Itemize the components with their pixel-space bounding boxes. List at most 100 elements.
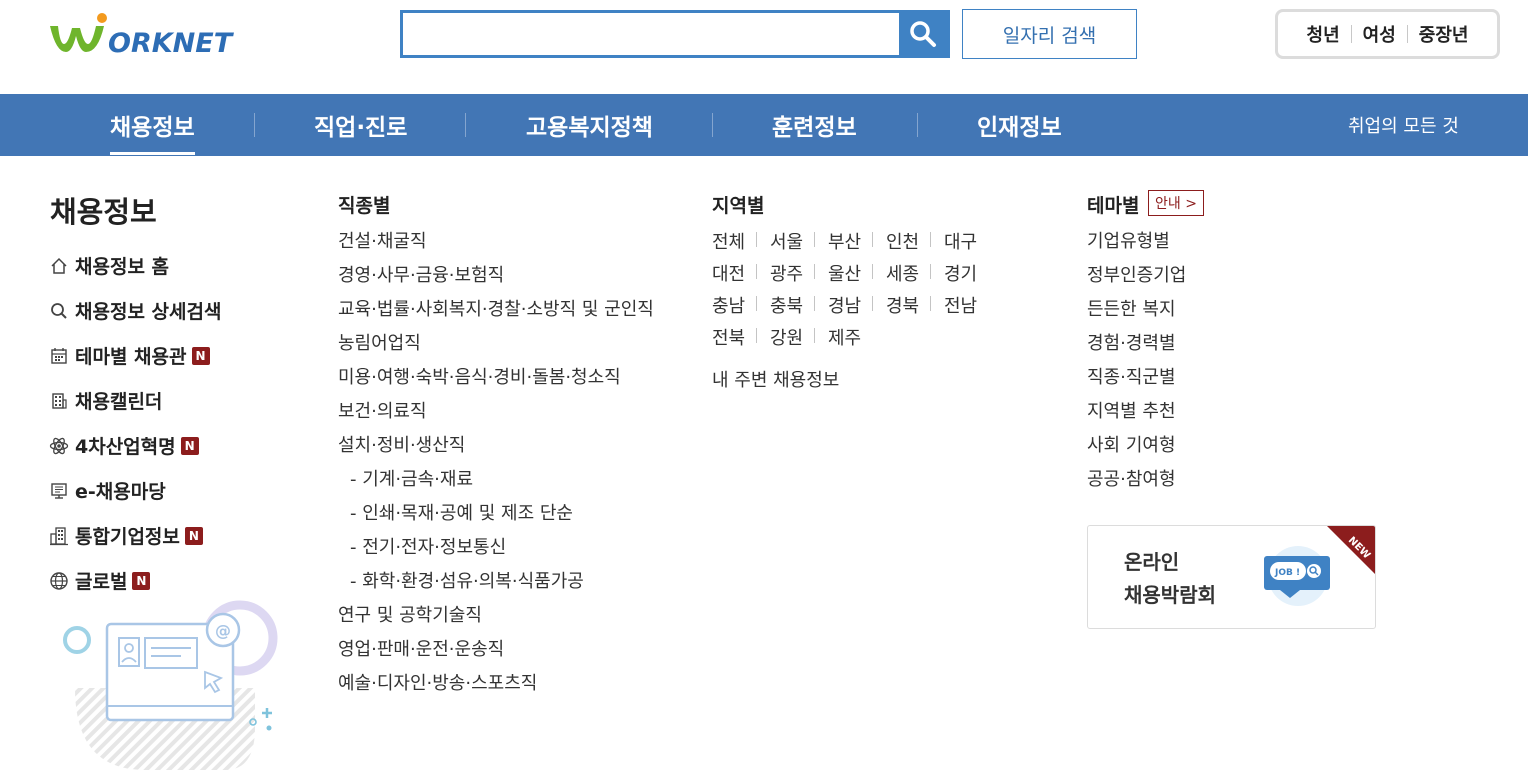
audience-menu: 청년 여성 중장년 xyxy=(1275,9,1500,59)
theme-guide-button[interactable]: 안내 > xyxy=(1148,190,1204,216)
job-type-item[interactable]: 영업·판매·운전·운송직 xyxy=(338,631,654,665)
building-icon xyxy=(48,390,70,412)
job-type-item[interactable]: 설치·정비·생산직 xyxy=(338,427,654,461)
computer-illustration: @ xyxy=(55,598,295,770)
search-icon xyxy=(910,21,936,47)
banner-text: 온라인 채용박람회 xyxy=(1124,546,1216,612)
region-grid: 전체 서울 부산 인천 대구 대전 광주 울산 세종 경기 충남 충북 경남 경… xyxy=(712,225,1002,353)
themes-list: 기업유형별 정부인증기업 든든한 복지 경험·경력별 직종·직군별 지역별 추천… xyxy=(1087,223,1186,495)
region-link[interactable]: 대전 xyxy=(712,260,770,286)
region-row: 대전 광주 울산 세종 경기 xyxy=(712,257,1002,289)
region-link[interactable]: 충남 xyxy=(712,292,770,318)
region-row: 전체 서울 부산 인천 대구 xyxy=(712,225,1002,257)
sidebar-item-calendar[interactable]: 채용캘린더 xyxy=(48,378,221,423)
sidebar-item-company-info[interactable]: 통합기업정보 N xyxy=(48,513,221,558)
monitor-icon xyxy=(48,480,70,502)
sidebar-item-detail-search[interactable]: 채용정보 상세검색 xyxy=(48,288,221,333)
computer-illustration-graphic: @ xyxy=(63,600,278,770)
region-link[interactable]: 경남 xyxy=(828,292,886,318)
nav-divider xyxy=(712,113,713,137)
theme-item[interactable]: 든든한 복지 xyxy=(1087,291,1186,325)
search-input[interactable] xyxy=(403,13,901,55)
atom-icon xyxy=(48,435,70,457)
nav-item-talent[interactable]: 인재정보 xyxy=(977,94,1062,156)
job-type-item[interactable]: 교육·법률·사회복지·경찰·소방직 및 군인직 xyxy=(338,291,654,325)
theme-item[interactable]: 경험·경력별 xyxy=(1087,325,1186,359)
region-link[interactable]: 세종 xyxy=(886,260,944,286)
search-icon xyxy=(48,300,70,322)
search-box xyxy=(400,10,950,58)
nav-item-welfare-policy[interactable]: 고용복지정책 xyxy=(526,94,653,156)
job-type-item[interactable]: 농림어업직 xyxy=(338,325,654,359)
search-button[interactable] xyxy=(899,13,947,55)
job-type-item[interactable]: 연구 및 공학기술직 xyxy=(338,597,654,631)
main-nav: 채용정보 직업·진로 고용복지정책 훈련정보 인재정보 취업의 모든 것 xyxy=(0,94,1528,156)
sidebar-item-global[interactable]: 글로벌 N xyxy=(48,558,221,603)
new-badge: N xyxy=(180,436,199,455)
audience-middle-aged[interactable]: 중장년 xyxy=(1408,21,1480,47)
region-link[interactable]: 울산 xyxy=(828,260,886,286)
sidebar-item-industry-4[interactable]: 4차산업혁명 N xyxy=(48,423,221,468)
nav-divider xyxy=(465,113,466,137)
job-type-subitem[interactable]: - 인쇄·목재·공예 및 제조 단순 xyxy=(338,495,654,529)
job-type-item[interactable]: 미용·여행·숙박·음식·경비·돌봄·청소직 xyxy=(338,359,654,393)
region-link[interactable]: 대구 xyxy=(944,228,1002,254)
region-link[interactable]: 강원 xyxy=(770,324,828,350)
sidebar-item-label: 채용정보 상세검색 xyxy=(75,301,222,323)
new-badge: N xyxy=(191,346,210,365)
logo-text: ORKNET xyxy=(108,28,235,58)
theme-item[interactable]: 공공·참여형 xyxy=(1087,461,1186,495)
banner-line-1: 온라인 xyxy=(1124,550,1180,574)
region-link[interactable]: 인천 xyxy=(886,228,944,254)
region-link[interactable]: 전북 xyxy=(712,324,770,350)
job-types-title: 직종별 xyxy=(338,195,391,217)
job-type-item[interactable]: 보건·의료직 xyxy=(338,393,654,427)
region-link[interactable]: 광주 xyxy=(770,260,828,286)
worknet-logo[interactable]: ORKNET xyxy=(48,12,244,59)
region-link[interactable]: 충북 xyxy=(770,292,828,318)
region-link[interactable]: 전남 xyxy=(944,292,1002,318)
online-job-fair-banner[interactable]: 온라인 채용박람회 JOB ! NEW xyxy=(1087,525,1376,629)
nav-divider xyxy=(917,113,918,137)
nav-all-menu[interactable]: 취업의 모든 것 xyxy=(1348,94,1459,156)
sidebar-item-home[interactable]: 채용정보 홈 xyxy=(48,243,221,288)
svg-text:@: @ xyxy=(215,621,231,640)
page: ORKNET 일자리 검색 청년 여성 중장년 채용정보 직업·진로 고용복지정… xyxy=(0,0,1528,770)
theme-item[interactable]: 정부인증기업 xyxy=(1087,257,1186,291)
sidebar-item-label: 통합기업정보 xyxy=(75,526,180,548)
sidebar-item-e-hiring[interactable]: e-채용마당 xyxy=(48,468,221,513)
job-search-button[interactable]: 일자리 검색 xyxy=(962,9,1137,59)
audience-women[interactable]: 여성 xyxy=(1352,21,1407,47)
theme-item[interactable]: 직종·직군별 xyxy=(1087,359,1186,393)
job-type-item[interactable]: 건설·채굴직 xyxy=(338,223,654,257)
region-row: 충남 충북 경남 경북 전남 xyxy=(712,289,1002,321)
audience-youth[interactable]: 청년 xyxy=(1296,21,1351,47)
nav-item-career[interactable]: 직업·진로 xyxy=(314,94,407,156)
region-link[interactable]: 서울 xyxy=(770,228,828,254)
region-link[interactable]: 경기 xyxy=(944,260,1002,286)
nav-item-training[interactable]: 훈련정보 xyxy=(772,94,857,156)
home-icon xyxy=(48,255,70,277)
job-type-subitem[interactable]: - 전기·전자·정보통신 xyxy=(338,529,654,563)
region-link[interactable]: 부산 xyxy=(828,228,886,254)
region-link[interactable]: 제주 xyxy=(828,324,886,350)
theme-item[interactable]: 지역별 추천 xyxy=(1087,393,1186,427)
new-badge: N xyxy=(132,571,151,590)
region-link[interactable]: 전체 xyxy=(712,228,770,254)
logo-graphic: ORKNET xyxy=(50,13,235,59)
nav-item-job-info[interactable]: 채용정보 xyxy=(110,94,195,156)
job-type-item[interactable]: 예술·디자인·방송·스포츠직 xyxy=(338,665,654,699)
theme-item[interactable]: 사회 기여형 xyxy=(1087,427,1186,461)
theme-item[interactable]: 기업유형별 xyxy=(1087,223,1186,257)
region-link[interactable]: 경북 xyxy=(886,292,944,318)
regions-title: 지역별 xyxy=(712,195,765,217)
nav-divider xyxy=(254,113,255,137)
job-type-subitem[interactable]: - 화학·환경·섬유·의복·식품가공 xyxy=(338,563,654,597)
job-type-subitem[interactable]: - 기계·금속·재료 xyxy=(338,461,654,495)
job-type-item[interactable]: 경영·사무·금융·보험직 xyxy=(338,257,654,291)
sidebar-item-label: 4차산업혁명 xyxy=(75,436,176,458)
sidebar-title: 채용정보 xyxy=(50,195,157,229)
nearby-jobs-link[interactable]: 내 주변 채용정보 xyxy=(712,366,839,392)
sidebar-item-theme-hiring[interactable]: 테마별 채용관 N xyxy=(48,333,221,378)
sidebar-menu: 채용정보 홈 채용정보 상세검색 테마별 채용관 N 채용캘린더 4차산업혁명 … xyxy=(48,243,221,603)
